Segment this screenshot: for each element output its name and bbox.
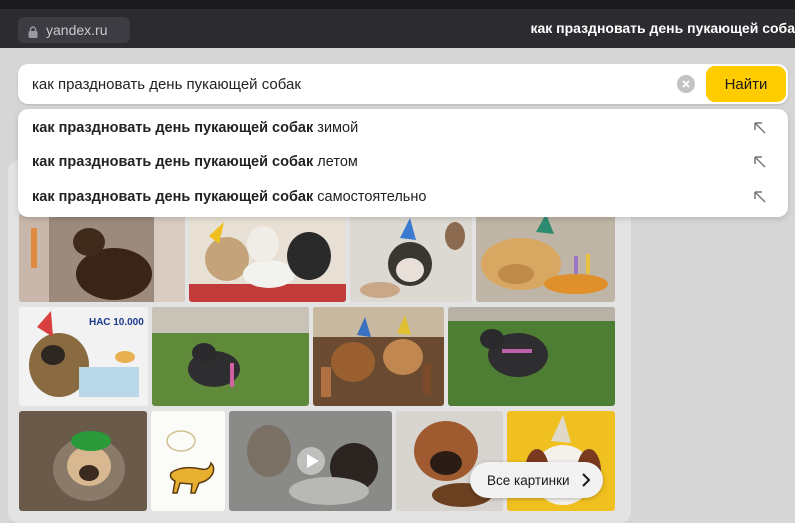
image-result-pug-luigi[interactable] <box>19 411 147 511</box>
suggestion-query-part: как праздновать день пукающей собак <box>32 120 314 136</box>
image-result-cat-dog-video[interactable] <box>229 411 392 511</box>
search-input[interactable] <box>32 64 652 104</box>
all-images-label: Все картинки <box>487 472 570 488</box>
tab-strip <box>0 0 795 9</box>
arrow-up-left-icon[interactable] <box>752 154 768 170</box>
lock-icon <box>28 25 38 38</box>
address-bar[interactable]: yandex.ru <box>18 17 130 43</box>
image-result-shepherd-10000[interactable]: НАС 10.000 <box>19 307 148 406</box>
image-result-bulldog-spin[interactable] <box>448 307 615 406</box>
suggestions-dropdown: как праздновать день пукающей собак зимо… <box>18 109 788 217</box>
image-result-bulldog-grass[interactable] <box>152 307 309 406</box>
suggestion-query-part: как праздновать день пукающей собак <box>32 154 314 170</box>
chevron-right-icon <box>581 473 591 490</box>
image-result-bulldog-party[interactable] <box>350 214 472 302</box>
search-bar: Найти <box>18 64 788 104</box>
suggestion-completion: зимой <box>317 120 359 136</box>
tile-caption-nas-10000: НАС 10.000 <box>89 317 144 328</box>
image-result-dog-sitting[interactable] <box>19 214 185 302</box>
image-result-dachshund-cartoon[interactable] <box>151 411 225 511</box>
close-icon[interactable] <box>677 75 695 93</box>
all-images-button[interactable]: Все картинки <box>470 462 603 498</box>
suggestion-item[interactable]: как праздновать день пукающей собак зимо… <box>32 113 776 143</box>
suggestion-completion: самостоятельно <box>317 189 427 205</box>
image-result-dogs-party-table[interactable] <box>313 307 444 406</box>
arrow-up-left-icon[interactable] <box>752 120 768 136</box>
browser-toolbar: yandex.ru как праздновать день пукающей … <box>0 0 795 48</box>
suggestion-item[interactable]: как праздновать день пукающей собак лето… <box>32 147 776 177</box>
page-title: как праздновать день пукающей соба <box>530 20 795 36</box>
suggestion-item[interactable]: как праздновать день пукающей собак само… <box>32 182 776 212</box>
arrow-up-left-icon[interactable] <box>752 189 768 205</box>
suggestion-query-part: как праздновать день пукающей собак <box>32 189 314 205</box>
url-domain: yandex.ru <box>46 22 108 38</box>
image-result-golden-retriever-cake[interactable] <box>476 214 615 302</box>
suggestion-completion: летом <box>317 154 358 170</box>
search-submit-button[interactable]: Найти <box>706 66 786 102</box>
image-result-dogs-cake[interactable] <box>189 214 346 302</box>
